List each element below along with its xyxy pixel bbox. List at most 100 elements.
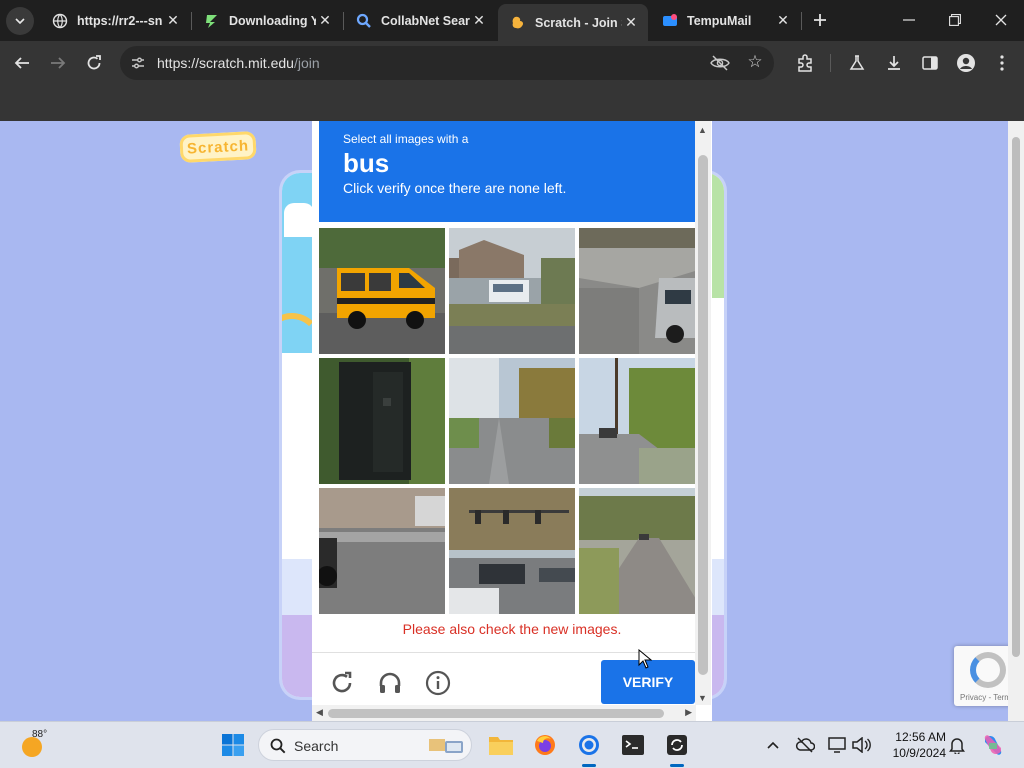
page-scrollbar-thumb[interactable] — [1012, 137, 1020, 657]
captcha-horizontal-scrollbar[interactable]: ◀ ▶ — [312, 705, 696, 721]
sync-app-icon — [667, 735, 687, 755]
info-icon[interactable] — [423, 668, 453, 698]
close-icon[interactable]: ✕ — [164, 12, 182, 30]
eye-slash-icon[interactable] — [710, 53, 730, 73]
traffic-light-intersection-image — [449, 488, 575, 614]
site-info-icon[interactable] — [128, 53, 148, 73]
tab-strip: https://rr2---sn ✕ Downloading Yo ✕ Coll… — [0, 0, 1024, 41]
illustration-cloud — [284, 203, 314, 237]
recaptcha-terms[interactable]: Privacy - Terms — [960, 693, 1015, 702]
sync-app-button[interactable] — [662, 730, 692, 760]
tempumail-icon — [662, 13, 678, 29]
back-button[interactable] — [8, 49, 36, 77]
bolt-icon — [204, 13, 220, 29]
notification-bell-icon[interactable] — [946, 734, 968, 756]
house-with-bus-image — [449, 228, 575, 354]
chevron-up-icon[interactable] — [762, 734, 784, 756]
tab-title: https://rr2---sn — [77, 13, 163, 28]
tab-title: Downloading Yo — [229, 13, 316, 28]
arrow-left-icon — [14, 57, 29, 69]
minimize-button[interactable] — [886, 0, 932, 40]
side-panel-icon[interactable] — [919, 52, 941, 74]
tab-3[interactable]: CollabNet Sear ✕ — [344, 4, 496, 37]
captcha-header: Select all images with a bus Click verif… — [319, 121, 695, 222]
tab-title: CollabNet Sear — [381, 13, 470, 28]
captcha-hscroll-thumb[interactable] — [328, 709, 664, 718]
start-button[interactable] — [218, 730, 248, 760]
captcha-tile-2[interactable] — [449, 228, 575, 354]
search-icon — [356, 13, 372, 29]
browser-toolbar: https://scratch.mit.edu/join ☆ — [0, 41, 1024, 85]
display-icon[interactable] — [826, 734, 848, 756]
close-icon[interactable]: ✕ — [316, 12, 334, 30]
forward-button[interactable] — [44, 49, 72, 77]
captcha-tile-8[interactable] — [449, 488, 575, 614]
page-scrollbar[interactable] — [1008, 121, 1024, 721]
url-text[interactable]: https://scratch.mit.edu/join — [157, 55, 320, 71]
scratch-logo[interactable]: Scratch — [179, 131, 257, 163]
headphones-icon[interactable] — [375, 668, 405, 698]
recaptcha-logo-icon — [970, 652, 1006, 688]
scroll-right-arrow-icon[interactable]: ▶ — [685, 707, 692, 718]
captcha-tile-4[interactable] — [319, 358, 445, 484]
tab-5[interactable]: TempuMail ✕ — [650, 4, 800, 37]
bookmark-star-icon[interactable]: ☆ — [744, 51, 766, 73]
weather-temperature: 88° — [32, 729, 48, 740]
tab-1[interactable]: https://rr2---sn ✕ — [40, 4, 190, 37]
labs-flask-icon[interactable] — [846, 52, 868, 74]
download-icon[interactable] — [883, 52, 905, 74]
captcha-error-message: Please also check the new images. — [402, 621, 622, 637]
close-icon — [995, 14, 1007, 26]
weather-widget[interactable]: 88° — [20, 729, 48, 759]
sun-icon — [22, 737, 42, 757]
search-highlight-icon — [429, 739, 463, 753]
minimize-icon — [903, 19, 915, 21]
scroll-left-arrow-icon[interactable]: ◀ — [316, 707, 323, 718]
tab-2[interactable]: Downloading Yo ✕ — [192, 4, 342, 37]
new-tab-button[interactable] — [808, 8, 832, 32]
taskbar: 88° Search 12:56 AM 10/9/2024 — [0, 721, 1024, 768]
scroll-down-arrow-icon[interactable]: ▼ — [698, 693, 707, 703]
tab-title: TempuMail — [687, 13, 752, 28]
close-icon[interactable]: ✕ — [774, 12, 792, 30]
captcha-tile-7[interactable] — [319, 488, 445, 614]
chevron-down-icon — [15, 18, 25, 24]
copilot-icon[interactable] — [980, 732, 1006, 758]
captcha-vscroll-thumb[interactable] — [698, 155, 708, 675]
arrow-right-icon — [51, 57, 66, 69]
tab-search-button[interactable] — [6, 7, 34, 35]
captcha-tile-9[interactable] — [579, 488, 705, 614]
street-with-motorcycle-image — [319, 488, 445, 614]
chrome-button[interactable] — [574, 730, 604, 760]
kebab-menu-icon[interactable] — [991, 52, 1013, 74]
firefox-icon — [535, 735, 555, 755]
extensions-icon[interactable] — [794, 52, 816, 74]
windows-logo-icon — [222, 734, 244, 756]
captcha-subinstruction: Click verify once there are none left. — [343, 180, 567, 196]
empty-road-image — [579, 488, 705, 614]
captcha-tile-6[interactable] — [579, 358, 705, 484]
close-icon[interactable]: ✕ — [470, 12, 488, 30]
firefox-button[interactable] — [530, 730, 560, 760]
captcha-vertical-scrollbar[interactable]: ▲ ▼ — [695, 121, 711, 705]
close-icon[interactable]: ✕ — [622, 14, 640, 32]
profile-avatar-icon[interactable] — [955, 52, 977, 74]
restore-button[interactable] — [932, 0, 978, 40]
address-bar[interactable]: https://scratch.mit.edu/join ☆ — [120, 46, 774, 80]
file-explorer-button[interactable] — [486, 730, 516, 760]
volume-icon[interactable] — [850, 734, 872, 756]
taskbar-search[interactable]: Search — [258, 729, 472, 761]
scroll-up-arrow-icon[interactable]: ▲ — [698, 125, 707, 135]
cloud-offline-icon[interactable] — [794, 734, 816, 756]
tab-title: Scratch - Join S — [535, 15, 622, 30]
captcha-tile-1[interactable] — [319, 228, 445, 354]
system-clock[interactable]: 12:56 AM 10/9/2024 — [882, 729, 946, 761]
captcha-challenge: Select all images with a bus Click verif… — [312, 121, 712, 721]
refresh-icon[interactable] — [327, 668, 357, 698]
reload-button[interactable] — [80, 49, 108, 77]
terminal-button[interactable] — [618, 730, 648, 760]
captcha-tile-3[interactable] — [579, 228, 705, 354]
tab-4-active[interactable]: Scratch - Join S ✕ — [498, 4, 648, 41]
captcha-tile-5[interactable] — [449, 358, 575, 484]
close-window-button[interactable] — [978, 0, 1024, 40]
